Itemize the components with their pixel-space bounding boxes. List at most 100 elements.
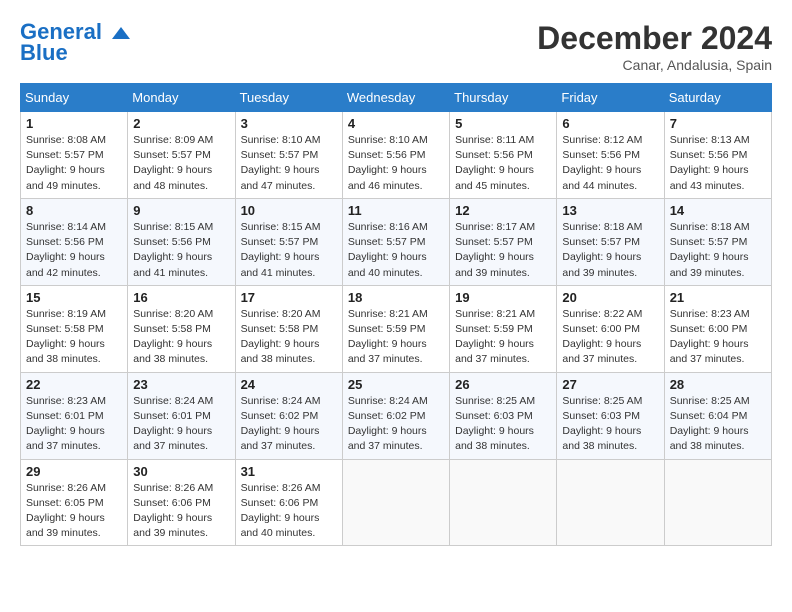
day-info: Sunrise: 8:11 AMSunset: 5:56 PMDaylight:… <box>455 133 551 194</box>
day-info: Sunrise: 8:08 AMSunset: 5:57 PMDaylight:… <box>26 133 122 194</box>
day-number: 9 <box>133 203 229 218</box>
calendar-cell <box>664 459 771 546</box>
day-info: Sunrise: 8:25 AMSunset: 6:03 PMDaylight:… <box>455 394 551 455</box>
calendar-cell: 17 Sunrise: 8:20 AMSunset: 5:58 PMDaylig… <box>235 285 342 372</box>
calendar-cell: 6 Sunrise: 8:12 AMSunset: 5:56 PMDayligh… <box>557 112 664 199</box>
day-info: Sunrise: 8:22 AMSunset: 6:00 PMDaylight:… <box>562 307 658 368</box>
calendar-cell <box>557 459 664 546</box>
day-info: Sunrise: 8:20 AMSunset: 5:58 PMDaylight:… <box>133 307 229 368</box>
day-info: Sunrise: 8:12 AMSunset: 5:56 PMDaylight:… <box>562 133 658 194</box>
day-info: Sunrise: 8:25 AMSunset: 6:04 PMDaylight:… <box>670 394 766 455</box>
calendar-cell <box>342 459 449 546</box>
weekday-header: Wednesday <box>342 84 449 112</box>
day-info: Sunrise: 8:14 AMSunset: 5:56 PMDaylight:… <box>26 220 122 281</box>
day-number: 6 <box>562 116 658 131</box>
weekday-header: Thursday <box>450 84 557 112</box>
day-number: 7 <box>670 116 766 131</box>
weekday-header: Tuesday <box>235 84 342 112</box>
logo: General Blue <box>20 20 132 66</box>
day-number: 10 <box>241 203 337 218</box>
weekday-header: Monday <box>128 84 235 112</box>
weekday-header: Friday <box>557 84 664 112</box>
day-info: Sunrise: 8:13 AMSunset: 5:56 PMDaylight:… <box>670 133 766 194</box>
title-block: December 2024 Canar, Andalusia, Spain <box>537 20 772 73</box>
day-number: 2 <box>133 116 229 131</box>
calendar-cell: 22 Sunrise: 8:23 AMSunset: 6:01 PMDaylig… <box>21 372 128 459</box>
day-info: Sunrise: 8:18 AMSunset: 5:57 PMDaylight:… <box>670 220 766 281</box>
calendar-cell: 29 Sunrise: 8:26 AMSunset: 6:05 PMDaylig… <box>21 459 128 546</box>
day-info: Sunrise: 8:21 AMSunset: 5:59 PMDaylight:… <box>348 307 444 368</box>
day-info: Sunrise: 8:24 AMSunset: 6:02 PMDaylight:… <box>241 394 337 455</box>
day-info: Sunrise: 8:21 AMSunset: 5:59 PMDaylight:… <box>455 307 551 368</box>
day-info: Sunrise: 8:24 AMSunset: 6:02 PMDaylight:… <box>348 394 444 455</box>
calendar-cell: 15 Sunrise: 8:19 AMSunset: 5:58 PMDaylig… <box>21 285 128 372</box>
day-number: 24 <box>241 377 337 392</box>
day-number: 3 <box>241 116 337 131</box>
day-number: 15 <box>26 290 122 305</box>
calendar-cell: 28 Sunrise: 8:25 AMSunset: 6:04 PMDaylig… <box>664 372 771 459</box>
day-info: Sunrise: 8:26 AMSunset: 6:06 PMDaylight:… <box>133 481 229 542</box>
day-number: 25 <box>348 377 444 392</box>
logo-blue: Blue <box>20 40 68 66</box>
day-info: Sunrise: 8:16 AMSunset: 5:57 PMDaylight:… <box>348 220 444 281</box>
calendar-cell: 1 Sunrise: 8:08 AMSunset: 5:57 PMDayligh… <box>21 112 128 199</box>
calendar-cell: 8 Sunrise: 8:14 AMSunset: 5:56 PMDayligh… <box>21 198 128 285</box>
day-number: 30 <box>133 464 229 479</box>
calendar-cell: 9 Sunrise: 8:15 AMSunset: 5:56 PMDayligh… <box>128 198 235 285</box>
day-number: 5 <box>455 116 551 131</box>
calendar-cell: 24 Sunrise: 8:24 AMSunset: 6:02 PMDaylig… <box>235 372 342 459</box>
calendar-cell: 14 Sunrise: 8:18 AMSunset: 5:57 PMDaylig… <box>664 198 771 285</box>
calendar-cell: 23 Sunrise: 8:24 AMSunset: 6:01 PMDaylig… <box>128 372 235 459</box>
calendar-cell: 13 Sunrise: 8:18 AMSunset: 5:57 PMDaylig… <box>557 198 664 285</box>
day-number: 14 <box>670 203 766 218</box>
calendar-cell: 21 Sunrise: 8:23 AMSunset: 6:00 PMDaylig… <box>664 285 771 372</box>
day-number: 27 <box>562 377 658 392</box>
day-number: 21 <box>670 290 766 305</box>
calendar-cell: 11 Sunrise: 8:16 AMSunset: 5:57 PMDaylig… <box>342 198 449 285</box>
day-number: 16 <box>133 290 229 305</box>
day-info: Sunrise: 8:10 AMSunset: 5:56 PMDaylight:… <box>348 133 444 194</box>
calendar-cell: 19 Sunrise: 8:21 AMSunset: 5:59 PMDaylig… <box>450 285 557 372</box>
day-info: Sunrise: 8:23 AMSunset: 6:01 PMDaylight:… <box>26 394 122 455</box>
day-number: 20 <box>562 290 658 305</box>
weekday-header: Sunday <box>21 84 128 112</box>
calendar-cell: 12 Sunrise: 8:17 AMSunset: 5:57 PMDaylig… <box>450 198 557 285</box>
day-number: 22 <box>26 377 122 392</box>
day-number: 8 <box>26 203 122 218</box>
day-number: 17 <box>241 290 337 305</box>
day-info: Sunrise: 8:25 AMSunset: 6:03 PMDaylight:… <box>562 394 658 455</box>
calendar-cell: 4 Sunrise: 8:10 AMSunset: 5:56 PMDayligh… <box>342 112 449 199</box>
day-number: 4 <box>348 116 444 131</box>
page-header: General Blue December 2024 Canar, Andalu… <box>20 20 772 73</box>
day-info: Sunrise: 8:18 AMSunset: 5:57 PMDaylight:… <box>562 220 658 281</box>
calendar-cell: 26 Sunrise: 8:25 AMSunset: 6:03 PMDaylig… <box>450 372 557 459</box>
weekday-header: Saturday <box>664 84 771 112</box>
calendar-cell: 25 Sunrise: 8:24 AMSunset: 6:02 PMDaylig… <box>342 372 449 459</box>
day-info: Sunrise: 8:15 AMSunset: 5:56 PMDaylight:… <box>133 220 229 281</box>
day-number: 11 <box>348 203 444 218</box>
day-number: 19 <box>455 290 551 305</box>
calendar-cell: 2 Sunrise: 8:09 AMSunset: 5:57 PMDayligh… <box>128 112 235 199</box>
day-info: Sunrise: 8:26 AMSunset: 6:05 PMDaylight:… <box>26 481 122 542</box>
month-title: December 2024 <box>537 20 772 57</box>
calendar-cell: 27 Sunrise: 8:25 AMSunset: 6:03 PMDaylig… <box>557 372 664 459</box>
day-number: 12 <box>455 203 551 218</box>
day-info: Sunrise: 8:26 AMSunset: 6:06 PMDaylight:… <box>241 481 337 542</box>
calendar-cell: 5 Sunrise: 8:11 AMSunset: 5:56 PMDayligh… <box>450 112 557 199</box>
day-info: Sunrise: 8:23 AMSunset: 6:00 PMDaylight:… <box>670 307 766 368</box>
location-subtitle: Canar, Andalusia, Spain <box>537 57 772 73</box>
calendar-cell: 7 Sunrise: 8:13 AMSunset: 5:56 PMDayligh… <box>664 112 771 199</box>
day-number: 31 <box>241 464 337 479</box>
day-number: 1 <box>26 116 122 131</box>
day-info: Sunrise: 8:24 AMSunset: 6:01 PMDaylight:… <box>133 394 229 455</box>
day-number: 26 <box>455 377 551 392</box>
calendar-cell: 10 Sunrise: 8:15 AMSunset: 5:57 PMDaylig… <box>235 198 342 285</box>
calendar-cell: 31 Sunrise: 8:26 AMSunset: 6:06 PMDaylig… <box>235 459 342 546</box>
calendar-cell <box>450 459 557 546</box>
calendar-cell: 3 Sunrise: 8:10 AMSunset: 5:57 PMDayligh… <box>235 112 342 199</box>
calendar-cell: 16 Sunrise: 8:20 AMSunset: 5:58 PMDaylig… <box>128 285 235 372</box>
calendar-cell: 20 Sunrise: 8:22 AMSunset: 6:00 PMDaylig… <box>557 285 664 372</box>
calendar-table: SundayMondayTuesdayWednesdayThursdayFrid… <box>20 83 772 546</box>
day-info: Sunrise: 8:15 AMSunset: 5:57 PMDaylight:… <box>241 220 337 281</box>
day-number: 18 <box>348 290 444 305</box>
